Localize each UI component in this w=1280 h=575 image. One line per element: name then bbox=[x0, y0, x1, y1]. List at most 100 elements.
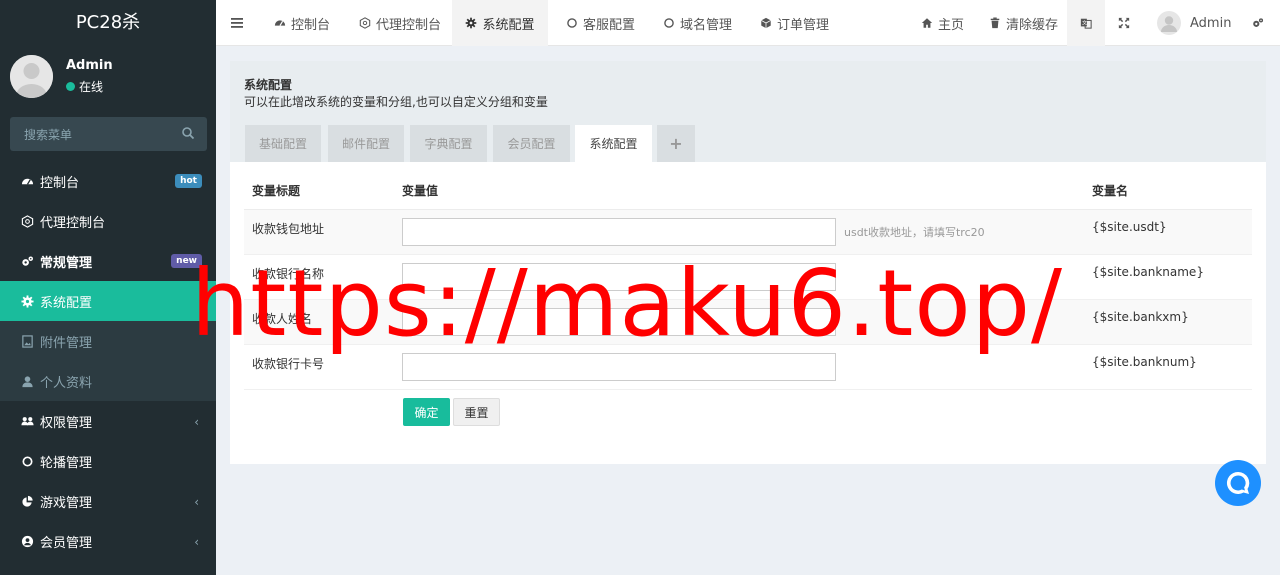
config-table: 变量标题 变量值 变量名 收款钱包地址 usdt收款地址，请填写trc20 {$… bbox=[244, 173, 1252, 390]
language-button[interactable]: 文 bbox=[1067, 0, 1105, 46]
fullscreen-button[interactable] bbox=[1118, 0, 1130, 46]
tab-label: 客服配置 bbox=[583, 17, 636, 33]
sidebar-item-carousel[interactable]: 轮播管理 bbox=[0, 441, 216, 481]
svg-text:文: 文 bbox=[1082, 19, 1087, 27]
row-hint: usdt收款地址，请填写trc20 bbox=[844, 209, 1084, 255]
tab-dashboard[interactable]: 控制台 bbox=[274, 0, 330, 46]
bank-name-field[interactable] bbox=[402, 262, 836, 291]
tab-dictionary-config[interactable]: 字典配置 bbox=[410, 125, 487, 162]
row-title: 收款钱包地址 bbox=[244, 209, 394, 255]
row-title: 收款人姓名 bbox=[244, 299, 394, 345]
chat-button[interactable] bbox=[1215, 460, 1261, 506]
sidebar-item-permissions[interactable]: 权限管理 ‹ bbox=[0, 401, 216, 441]
sidebar-item-attachments[interactable]: 附件管理 bbox=[0, 321, 216, 361]
tab-label: 控制台 bbox=[291, 17, 331, 33]
add-group-button[interactable]: + bbox=[657, 125, 695, 162]
tab-domain-management[interactable]: 域名管理 bbox=[663, 0, 732, 46]
panel-header: 系统配置 可以在此增改系统的变量和分组,也可以自定义分组和变量 基础配置 邮件配… bbox=[230, 61, 1266, 162]
home-link[interactable]: 主页 bbox=[921, 0, 964, 46]
row-var-name: {$site.banknum} bbox=[1084, 344, 1252, 390]
tab-order-management[interactable]: 订单管理 bbox=[760, 0, 829, 46]
tab-system-config[interactable]: 系统配置 bbox=[452, 0, 548, 46]
row-value-cell bbox=[394, 254, 844, 300]
app-logo[interactable]: PC28杀 bbox=[0, 0, 216, 46]
tab-basic-config[interactable]: 基础配置 bbox=[245, 125, 321, 162]
admin-label: Admin bbox=[1190, 15, 1232, 31]
settings-button[interactable] bbox=[1252, 0, 1264, 46]
sidebar-item-label: 常规管理 bbox=[40, 255, 93, 271]
tab-label: 订单管理 bbox=[777, 17, 830, 33]
sidebar-item-general[interactable]: 常规管理 new bbox=[0, 241, 216, 281]
gear-icon bbox=[466, 17, 477, 29]
chat-icon bbox=[1226, 471, 1250, 494]
online-dot-icon bbox=[66, 82, 75, 91]
sidebar-item-games[interactable]: 游戏管理 ‹ bbox=[0, 481, 216, 521]
tab-service-config[interactable]: 客服配置 bbox=[566, 0, 635, 46]
table-row: 收款人姓名 {$site.bankxm} bbox=[244, 299, 1252, 345]
sidebar-item-members[interactable]: 会员管理 ‹ bbox=[0, 521, 216, 561]
sidebar-item-label: 权限管理 bbox=[40, 415, 93, 431]
row-title: 收款银行卡号 bbox=[244, 344, 394, 390]
sidebar-item-agent-dashboard[interactable]: 代理控制台 bbox=[0, 201, 216, 241]
gear-icon bbox=[20, 294, 34, 308]
user-menu[interactable]: Admin bbox=[1157, 0, 1231, 46]
row-hint bbox=[844, 344, 1084, 390]
sidebar-search-placeholder: 搜索菜单 bbox=[24, 128, 73, 142]
home-icon bbox=[921, 18, 933, 28]
file-image-icon bbox=[20, 334, 34, 348]
bank-card-number-field[interactable] bbox=[402, 352, 836, 381]
confirm-button[interactable]: 确定 bbox=[403, 398, 450, 426]
row-var-name: {$site.bankxm} bbox=[1084, 299, 1252, 345]
tab-member-config[interactable]: 会员配置 bbox=[493, 125, 570, 162]
tab-system-config[interactable]: 系统配置 bbox=[575, 125, 652, 162]
sidebar-item-label: 会员管理 bbox=[40, 535, 93, 551]
payee-name-field[interactable] bbox=[402, 307, 836, 336]
table-row: 收款银行名称 {$site.bankname} bbox=[244, 254, 1252, 300]
column-header bbox=[844, 173, 1084, 210]
circle-icon bbox=[20, 454, 34, 468]
avatar bbox=[1157, 11, 1181, 35]
config-panel: 系统配置 可以在此增改系统的变量和分组,也可以自定义分组和变量 基础配置 邮件配… bbox=[230, 61, 1266, 464]
expand-icon bbox=[1118, 17, 1130, 29]
tab-email-config[interactable]: 邮件配置 bbox=[328, 125, 404, 162]
row-hint bbox=[844, 299, 1084, 345]
row-hint-text: usdt收款地址，请填写trc20 bbox=[844, 225, 985, 239]
dashboard-icon bbox=[20, 174, 34, 188]
tab-label: 系统配置 bbox=[482, 17, 535, 33]
tab-label: 域名管理 bbox=[680, 17, 733, 33]
user-status-label: 在线 bbox=[79, 80, 104, 94]
sidebar-item-dashboard[interactable]: 控制台 hot bbox=[0, 161, 216, 201]
circle-icon bbox=[664, 18, 674, 28]
cogs-icon bbox=[1253, 18, 1264, 27]
row-value-cell bbox=[394, 209, 844, 255]
sidebar-search-input[interactable]: 搜索菜单 bbox=[10, 117, 207, 151]
sidebar-menu: 控制台 hot 代理控制台 常规管理 new 系统配置 附件管理 个人资料 权限… bbox=[0, 161, 216, 561]
column-header: 变量值 bbox=[394, 173, 844, 210]
user-icon bbox=[20, 374, 34, 388]
user-name: Admin bbox=[66, 58, 113, 73]
clear-cache-button[interactable]: 清除缓存 bbox=[989, 0, 1058, 46]
sidebar-item-label: 游戏管理 bbox=[40, 495, 93, 511]
sidebar-item-profile[interactable]: 个人资料 bbox=[0, 361, 216, 401]
chevron-left-icon: ‹ bbox=[194, 495, 199, 509]
sidebar: PC28杀 Admin 在线 搜索菜单 控制台 hot 代理控制台 常规管理 n… bbox=[0, 0, 216, 575]
table-header-row: 变量标题 变量值 变量名 bbox=[244, 173, 1252, 210]
avatar bbox=[10, 55, 53, 98]
gauge-icon bbox=[359, 17, 371, 29]
sidebar-toggle-button[interactable] bbox=[231, 0, 243, 46]
sidebar-item-label: 个人资料 bbox=[40, 375, 93, 391]
row-hint bbox=[844, 254, 1084, 300]
tab-agent-dashboard[interactable]: 代理控制台 bbox=[359, 0, 441, 46]
row-value-cell bbox=[394, 299, 844, 345]
new-badge: new bbox=[171, 254, 202, 268]
user-status: 在线 bbox=[66, 78, 103, 95]
row-title: 收款银行名称 bbox=[244, 254, 394, 300]
chevron-left-icon: ‹ bbox=[194, 535, 199, 549]
search-icon[interactable] bbox=[181, 126, 195, 140]
user-circle-icon bbox=[20, 534, 34, 548]
reset-button[interactable]: 重置 bbox=[453, 398, 500, 426]
sidebar-item-system-config[interactable]: 系统配置 bbox=[0, 281, 216, 321]
usdt-address-field[interactable] bbox=[402, 217, 836, 246]
chevron-left-icon: ‹ bbox=[194, 415, 199, 429]
table-row: 收款银行卡号 {$site.banknum} bbox=[244, 344, 1252, 390]
